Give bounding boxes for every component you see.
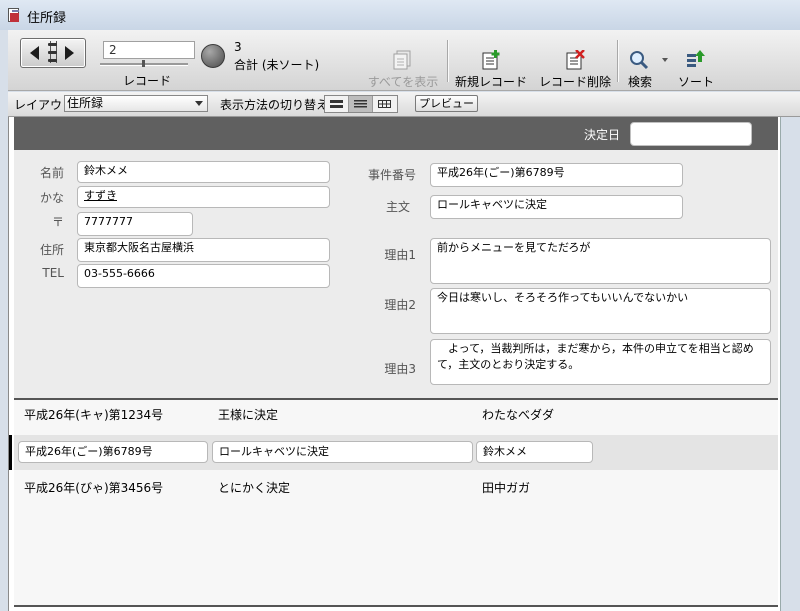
sort-button[interactable]: ソート bbox=[674, 50, 718, 90]
list-row-main[interactable]: とにかく決定 bbox=[218, 479, 290, 496]
find-button[interactable]: 検索 bbox=[620, 50, 660, 90]
tel-label: TEL bbox=[42, 266, 64, 280]
toolbar-separator bbox=[617, 40, 619, 82]
list-bottom-border bbox=[14, 605, 778, 607]
magnifier-icon bbox=[630, 51, 649, 70]
record-label: レコード bbox=[123, 74, 172, 88]
case-number-label: 事件番号 bbox=[367, 168, 416, 182]
active-row-indicator bbox=[9, 435, 12, 470]
list-row-name[interactable]: 田中ガガ bbox=[482, 479, 530, 496]
preview-button[interactable]: プレビュー bbox=[415, 95, 478, 112]
zip-field[interactable]: 7777777 bbox=[77, 212, 193, 236]
reason1-label: 理由1 bbox=[384, 248, 416, 262]
record-navigator[interactable] bbox=[20, 38, 86, 68]
sort-label: ソート bbox=[677, 75, 714, 89]
sort-icon bbox=[687, 50, 705, 67]
list-row-main[interactable]: 王様に決定 bbox=[218, 406, 278, 423]
record-list bbox=[14, 398, 778, 607]
ring-icon bbox=[48, 51, 57, 54]
reason2-field[interactable]: 今日は寒いし、そろそろ作ってもいいんでないかい bbox=[430, 288, 771, 334]
decision-date-label: 決定日 bbox=[584, 128, 621, 142]
toolbar-separator bbox=[447, 40, 449, 82]
chevron-down-icon bbox=[195, 101, 203, 106]
kana-label: かな bbox=[39, 191, 64, 205]
next-record-icon[interactable] bbox=[65, 46, 74, 60]
show-all-icon bbox=[393, 50, 411, 70]
list-view-button[interactable] bbox=[349, 96, 373, 112]
ring-icon bbox=[48, 43, 57, 46]
list-row-case[interactable]: 平成26年(キャ)第1234号 bbox=[24, 406, 163, 423]
document-icon bbox=[8, 8, 19, 22]
list-row-case[interactable]: 平成26年(びゃ)第3456号 bbox=[24, 479, 163, 496]
view-as-buttons bbox=[324, 95, 398, 113]
title-bar bbox=[0, 0, 800, 30]
table-view-button[interactable] bbox=[373, 96, 396, 112]
tel-field[interactable]: 03-555-6666 bbox=[77, 264, 330, 288]
show-all-label: すべてを表示 bbox=[367, 75, 439, 89]
window-title: 住所録 bbox=[27, 11, 67, 26]
delete-record-label: レコード削除 bbox=[538, 75, 611, 89]
list-row-case-field[interactable]: 平成26年(ごー)第6789号 bbox=[18, 441, 208, 463]
delete-record-button[interactable]: レコード削除 bbox=[536, 49, 614, 90]
list-row-name[interactable]: わたなべダダ bbox=[482, 406, 554, 423]
view-as-label: 表示方法の切り替え: bbox=[220, 98, 333, 112]
status-toolbar: 2 レコード 3 合計 (未ソート) すべてを表示 新規レコード レコード削除 bbox=[8, 30, 800, 91]
name-label: 名前 bbox=[39, 166, 64, 180]
window-background bbox=[780, 117, 800, 611]
record-slider-thumb[interactable] bbox=[142, 60, 145, 67]
record-number-input[interactable]: 2 bbox=[103, 41, 195, 59]
show-all-button[interactable]: すべてを表示 bbox=[366, 50, 440, 90]
zip-label: 〒 bbox=[51, 215, 64, 229]
find-label: 検索 bbox=[627, 75, 652, 89]
reason3-field[interactable]: よって，当裁判所は，まだ寒から，本件の申立てを相当と認めて，主文のとおり決定する… bbox=[430, 339, 771, 385]
address-field[interactable]: 東京都大阪名古屋横浜 bbox=[77, 238, 330, 262]
layout-select[interactable]: 住所録 bbox=[64, 95, 208, 112]
main-text-field[interactable]: ロールキャベツに決定 bbox=[430, 195, 683, 219]
kana-value: すずき bbox=[84, 189, 117, 202]
found-set-pie-icon bbox=[201, 44, 225, 68]
list-row-main-field[interactable]: ロールキャベツに決定 bbox=[212, 441, 473, 463]
find-dropdown-arrow-icon[interactable] bbox=[662, 58, 668, 62]
table-view-icon bbox=[378, 100, 391, 108]
previous-record-icon[interactable] bbox=[30, 46, 39, 60]
layout-bar: レイアウト: 住所録 表示方法の切り替え: プレビュー bbox=[8, 92, 800, 117]
case-number-field[interactable]: 平成26年(ごー)第6789号 bbox=[430, 163, 683, 187]
main-text-label: 主文 bbox=[385, 200, 410, 214]
decision-date-field[interactable] bbox=[630, 122, 752, 146]
record-count: 3 bbox=[234, 40, 242, 54]
name-field[interactable]: 鈴木メメ bbox=[77, 161, 330, 183]
delete-record-icon bbox=[566, 49, 585, 70]
layout-select-value: 住所録 bbox=[67, 96, 104, 110]
ring-icon bbox=[48, 59, 57, 62]
new-record-button[interactable]: 新規レコード bbox=[452, 50, 530, 90]
reason3-label: 理由3 bbox=[384, 362, 416, 376]
new-record-icon bbox=[482, 50, 500, 70]
list-row-name-field[interactable]: 鈴木メメ bbox=[476, 441, 593, 463]
kana-field[interactable]: すずき bbox=[77, 186, 330, 208]
new-record-label: 新規レコード bbox=[454, 75, 527, 89]
list-view-icon bbox=[354, 100, 367, 108]
address-label: 住所 bbox=[39, 243, 64, 257]
record-count-label: 合計 (未ソート) bbox=[234, 58, 320, 72]
form-view-button[interactable] bbox=[325, 96, 349, 112]
form-view-icon bbox=[330, 100, 343, 108]
reason1-field[interactable]: 前からメニューを見てただろが bbox=[430, 238, 771, 284]
reason2-label: 理由2 bbox=[384, 298, 416, 312]
